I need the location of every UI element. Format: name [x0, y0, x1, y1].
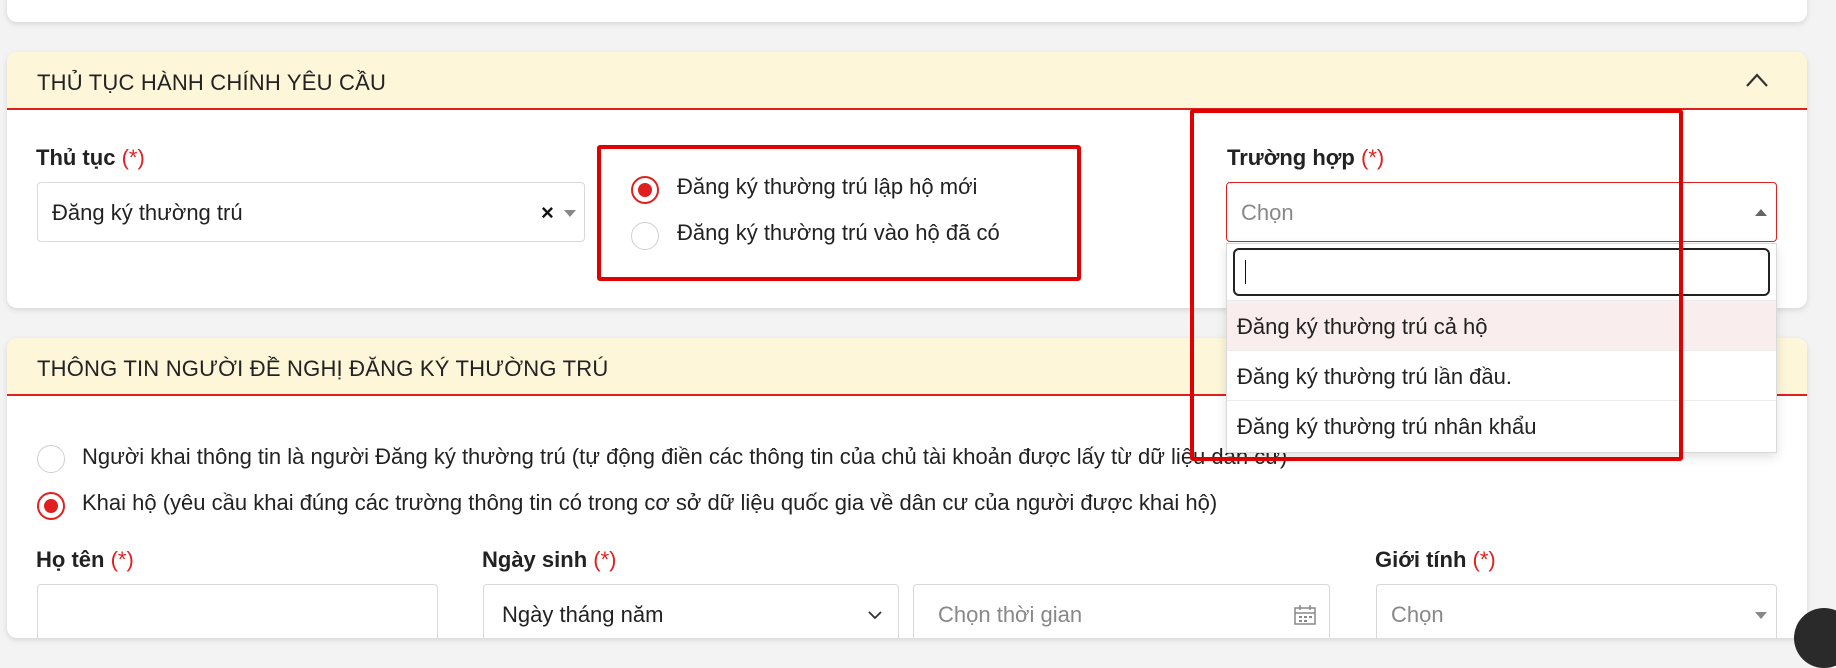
name-label: Họ tên (*) [36, 547, 134, 572]
dob-date-input[interactable]: Chọn thời gian [913, 584, 1330, 638]
case-select[interactable]: Chọn [1226, 182, 1777, 242]
caret-up-icon [1755, 209, 1767, 216]
dropdown-search-input[interactable] [1233, 248, 1770, 296]
chevron-down-icon [868, 611, 882, 620]
gender-select[interactable]: Chọn [1376, 584, 1777, 638]
case-label: Trường hợp (*) [1227, 145, 1385, 170]
required-mark: (*) [121, 145, 145, 170]
section-header[interactable]: THỦ TỤC HÀNH CHÍNH YÊU CẦU [7, 52, 1807, 110]
dob-format-select[interactable]: Ngày tháng năm [483, 584, 899, 638]
dropdown-option[interactable]: Đăng ký thường trú cả hộ [1227, 300, 1776, 350]
radio-self-declare[interactable] [37, 445, 65, 473]
chevron-up-icon[interactable] [1745, 72, 1769, 88]
text-cursor [1245, 260, 1246, 284]
radio-new-household[interactable] [631, 176, 659, 204]
procedure-select[interactable]: Đăng ký thường trú × [37, 182, 585, 242]
case-placeholder: Chọn [1241, 200, 1294, 225]
caret-down-icon [1755, 612, 1767, 619]
radio-declare-on-behalf[interactable] [37, 492, 65, 520]
clear-icon[interactable]: × [541, 200, 554, 226]
radio-existing-household[interactable] [631, 222, 659, 250]
radio-label-new-household: Đăng ký thường trú lập hộ mới [677, 174, 978, 199]
calendar-icon[interactable] [1294, 605, 1316, 625]
gender-placeholder: Chọn [1391, 602, 1444, 627]
required-mark: (*) [1472, 547, 1496, 572]
dob-format-value: Ngày tháng năm [502, 602, 664, 627]
dob-label: Ngày sinh (*) [482, 547, 617, 572]
gender-label: Giới tính (*) [1375, 547, 1496, 572]
dropdown-option[interactable]: Đăng ký thường trú nhân khẩu [1227, 400, 1776, 450]
radio-label-self-declare: Người khai thông tin là người Đăng ký th… [82, 444, 1288, 469]
section-title: THÔNG TIN NGƯỜI ĐỀ NGHỊ ĐĂNG KÝ THƯỜNG T… [37, 356, 609, 381]
case-dropdown-menu: Đăng ký thường trú cả hộ Đăng ký thường … [1226, 243, 1777, 453]
name-input[interactable] [37, 584, 438, 638]
radio-label-declare-on-behalf: Khai hộ (yêu cầu khai đúng các trường th… [82, 490, 1218, 515]
caret-down-icon [564, 210, 576, 217]
dropdown-option[interactable]: Đăng ký thường trú lần đầu. [1227, 350, 1776, 400]
procedure-value: Đăng ký thường trú [52, 200, 243, 225]
required-mark: (*) [1361, 145, 1385, 170]
required-mark: (*) [593, 547, 617, 572]
radio-label-existing-household: Đăng ký thường trú vào hộ đã có [677, 220, 1000, 245]
dob-placeholder: Chọn thời gian [938, 602, 1083, 627]
procedure-label: Thủ tục (*) [36, 145, 145, 170]
required-mark: (*) [110, 547, 134, 572]
previous-section-card [7, 0, 1807, 22]
section-title: THỦ TỤC HÀNH CHÍNH YÊU CẦU [37, 70, 387, 95]
